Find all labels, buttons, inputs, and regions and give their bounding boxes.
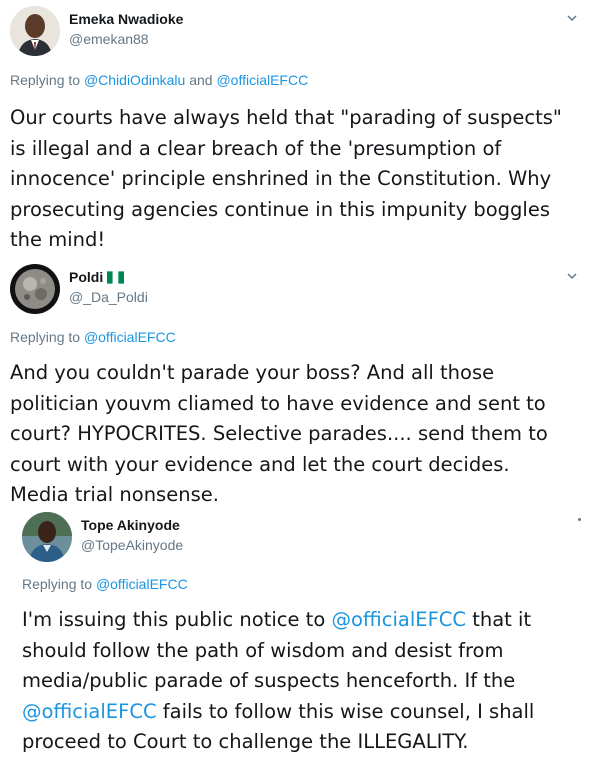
display-name[interactable]: Tope Akinyode [81, 517, 180, 533]
reply-and-label: and [185, 72, 217, 88]
tweet-text: Our courts have always held that "paradi… [10, 103, 590, 256]
tweet-text-line: media/public parade of suspects hencefor… [22, 669, 516, 692]
tweet-emeka: Emeka Nwadioke @emekan88 Replying to @Ch… [0, 0, 590, 258]
replying-to: Replying to @officialEFCC [22, 576, 188, 592]
tweet-text-line: the mind! [10, 228, 106, 251]
tweet-text: I'm issuing this public notice to @offic… [22, 605, 590, 758]
nigeria-flag-icon [107, 271, 125, 284]
replying-to: Replying to @ChidiOdinkalu and @official… [10, 72, 308, 88]
user-handle[interactable]: @_Da_Poldi [69, 289, 148, 305]
tweet-text-line: court? HYPOCRITES. Selective parades....… [10, 422, 548, 445]
tweet-text-line: is illegal and a clear breach of the 'pr… [10, 136, 502, 160]
tweet-mention-link[interactable]: @officialEFCC [22, 700, 157, 723]
user-handle[interactable]: @emekan88 [69, 31, 149, 47]
avatar[interactable] [10, 6, 60, 56]
tweet-text-line: proceed to Court to challenge the ILLEGA… [22, 730, 469, 753]
display-name[interactable]: Emeka Nwadioke [69, 11, 183, 27]
tweet-text-line: politician youvm cliamed to have evidenc… [10, 391, 546, 415]
more-options-icon[interactable] [578, 518, 581, 521]
replying-to-label: Replying to [10, 72, 84, 88]
reply-mention-link[interactable]: @officialEFCC [96, 576, 188, 592]
reply-mention-link[interactable]: @officialEFCC [84, 329, 176, 345]
tweet-text-line: And you couldn't parade your boss? And a… [10, 361, 495, 384]
tweet-text-line: Our courts have always held that "paradi… [10, 106, 562, 129]
tweet-tope: Tope Akinyode @TopeAkinyode Replying to … [0, 504, 590, 768]
replying-to-label: Replying to [22, 576, 96, 592]
tweet-text-line: should follow the path of wisdom and des… [22, 638, 504, 662]
tweet-text-segment: that it [466, 608, 532, 631]
user-handle[interactable]: @TopeAkinyode [81, 537, 183, 553]
chevron-down-icon[interactable] [565, 11, 579, 25]
tweet-text-line: I'm issuing this public notice to @offic… [22, 605, 590, 636]
tweet-text: And you couldn't parade your boss? And a… [10, 358, 590, 511]
tweet-text-segment: I'm issuing this public notice to [22, 608, 332, 631]
tweet-text-line: innocence' principle enshrined in the Co… [10, 167, 552, 190]
tweet-mention-link[interactable]: @officialEFCC [331, 608, 466, 631]
tweet-text-line: prosecuting agencies continue in this im… [10, 197, 551, 221]
tweet-text-line: @officialEFCC fails to follow this wise … [22, 697, 590, 728]
replying-to-label: Replying to [10, 329, 84, 345]
avatar[interactable] [22, 512, 72, 562]
display-name-text: Poldi [69, 269, 104, 285]
chevron-down-icon[interactable] [565, 269, 579, 283]
display-name[interactable]: Poldi [69, 269, 125, 285]
replying-to: Replying to @officialEFCC [10, 329, 176, 345]
tweet-text-line: court with your evidence and let the cou… [10, 452, 510, 476]
reply-mention-link[interactable]: @ChidiOdinkalu [84, 72, 185, 88]
reply-mention-link[interactable]: @officialEFCC [216, 72, 308, 88]
avatar[interactable] [10, 264, 60, 314]
tweet-text-segment: fails to follow this wise counsel, I sha… [156, 699, 535, 723]
tweet-poldi: Poldi @_Da_Poldi Replying to @officialEF… [0, 258, 590, 506]
